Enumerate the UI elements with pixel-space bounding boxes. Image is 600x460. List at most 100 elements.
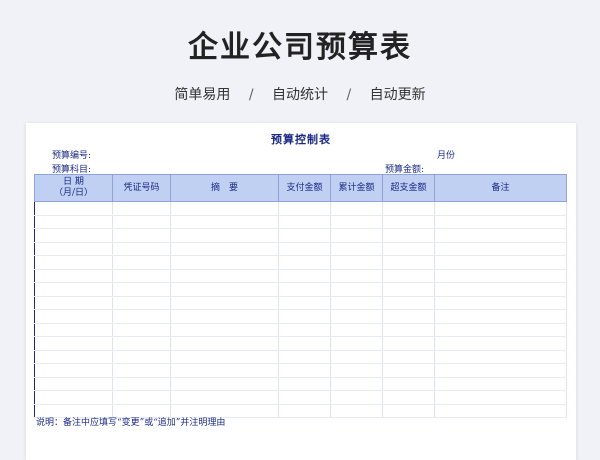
table-cell[interactable] — [112, 201, 171, 216]
table-cell[interactable] — [34, 336, 113, 351]
table-cell[interactable] — [34, 390, 113, 405]
table-cell[interactable] — [330, 255, 383, 270]
table-cell[interactable] — [330, 282, 383, 297]
table-cell[interactable] — [330, 336, 383, 351]
table-cell[interactable] — [34, 377, 113, 391]
table-cell[interactable] — [170, 336, 279, 351]
table-cell[interactable] — [112, 215, 171, 229]
table-cell[interactable] — [382, 296, 435, 310]
table-cell[interactable] — [170, 296, 279, 310]
table-cell[interactable] — [330, 363, 383, 378]
table-cell[interactable] — [434, 228, 567, 243]
table-cell[interactable] — [330, 242, 383, 256]
table-cell[interactable] — [34, 228, 113, 243]
table-cell[interactable] — [434, 282, 567, 297]
table-cell[interactable] — [382, 228, 435, 243]
table-cell[interactable] — [278, 296, 331, 310]
table-cell[interactable] — [330, 269, 383, 283]
table-cell[interactable] — [434, 201, 567, 216]
table-cell[interactable] — [382, 201, 435, 216]
table-cell[interactable] — [112, 296, 171, 310]
table-cell[interactable] — [278, 323, 331, 337]
table-cell[interactable] — [434, 296, 567, 310]
table-cell[interactable] — [34, 309, 113, 324]
table-cell[interactable] — [382, 282, 435, 297]
table-cell[interactable] — [112, 323, 171, 337]
table-cell[interactable] — [112, 363, 171, 378]
table-cell[interactable] — [278, 282, 331, 297]
table-cell[interactable] — [278, 269, 331, 283]
table-cell[interactable] — [278, 404, 331, 418]
table-cell[interactable] — [382, 255, 435, 270]
table-cell[interactable] — [34, 350, 113, 364]
table-cell[interactable] — [278, 242, 331, 256]
table-cell[interactable] — [330, 377, 383, 391]
table-cell[interactable] — [382, 350, 435, 364]
table-cell[interactable] — [170, 363, 279, 378]
table-cell[interactable] — [170, 377, 279, 391]
table-cell[interactable] — [170, 350, 279, 364]
table-cell[interactable] — [112, 255, 171, 270]
table-cell[interactable] — [170, 242, 279, 256]
table-cell[interactable] — [434, 390, 567, 405]
table-cell[interactable] — [382, 323, 435, 337]
table-cell[interactable] — [278, 309, 331, 324]
table-cell[interactable] — [434, 377, 567, 391]
table-cell[interactable] — [330, 215, 383, 229]
table-cell[interactable] — [170, 282, 279, 297]
table-cell[interactable] — [382, 215, 435, 229]
table-cell[interactable] — [170, 201, 279, 216]
table-cell[interactable] — [170, 309, 279, 324]
table-cell[interactable] — [34, 255, 113, 270]
table-cell[interactable] — [34, 323, 113, 337]
table-cell[interactable] — [434, 323, 567, 337]
table-cell[interactable] — [434, 336, 567, 351]
table-cell[interactable] — [278, 336, 331, 351]
table-cell[interactable] — [382, 377, 435, 391]
table-cell[interactable] — [34, 201, 113, 216]
table-cell[interactable] — [112, 377, 171, 391]
table-cell[interactable] — [170, 390, 279, 405]
table-cell[interactable] — [330, 350, 383, 364]
table-cell[interactable] — [382, 363, 435, 378]
table-cell[interactable] — [278, 390, 331, 405]
table-cell[interactable] — [434, 242, 567, 256]
table-cell[interactable] — [112, 228, 171, 243]
table-cell[interactable] — [278, 228, 331, 243]
table-cell[interactable] — [112, 309, 171, 324]
table-cell[interactable] — [330, 309, 383, 324]
table-cell[interactable] — [278, 255, 331, 270]
table-cell[interactable] — [330, 323, 383, 337]
table-cell[interactable] — [112, 350, 171, 364]
table-cell[interactable] — [170, 255, 279, 270]
table-cell[interactable] — [34, 363, 113, 378]
table-cell[interactable] — [112, 336, 171, 351]
table-cell[interactable] — [434, 269, 567, 283]
table-cell[interactable] — [434, 350, 567, 364]
table-cell[interactable] — [112, 390, 171, 405]
table-cell[interactable] — [170, 228, 279, 243]
table-cell[interactable] — [278, 201, 331, 216]
table-cell[interactable] — [278, 350, 331, 364]
table-cell[interactable] — [434, 309, 567, 324]
table-cell[interactable] — [434, 404, 567, 418]
table-cell[interactable] — [434, 215, 567, 229]
table-cell[interactable] — [330, 296, 383, 310]
table-cell[interactable] — [170, 269, 279, 283]
table-cell[interactable] — [170, 215, 279, 229]
table-cell[interactable] — [112, 242, 171, 256]
table-cell[interactable] — [382, 269, 435, 283]
table-cell[interactable] — [112, 269, 171, 283]
table-cell[interactable] — [278, 363, 331, 378]
table-cell[interactable] — [382, 404, 435, 418]
table-cell[interactable] — [330, 404, 383, 418]
table-cell[interactable] — [34, 215, 113, 229]
table-cell[interactable] — [34, 296, 113, 310]
table-cell[interactable] — [34, 242, 113, 256]
table-cell[interactable] — [34, 282, 113, 297]
table-cell[interactable] — [382, 242, 435, 256]
table-cell[interactable] — [382, 309, 435, 324]
table-cell[interactable] — [330, 390, 383, 405]
table-cell[interactable] — [278, 377, 331, 391]
table-cell[interactable] — [434, 363, 567, 378]
